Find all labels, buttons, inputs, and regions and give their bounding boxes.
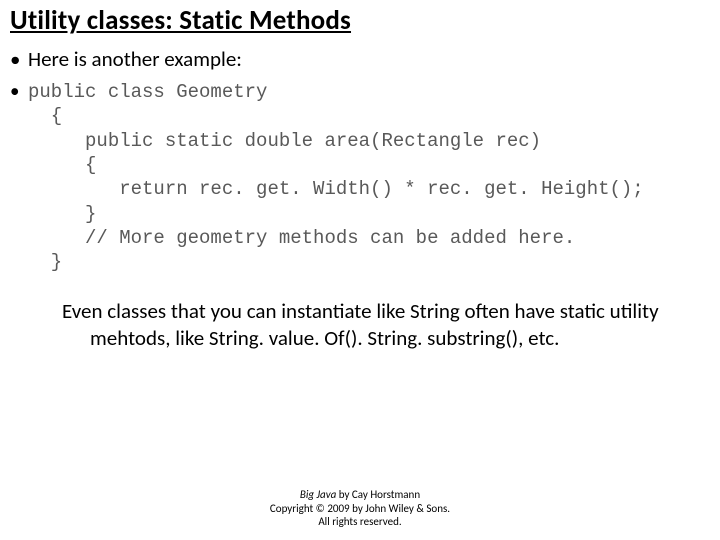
book-author: by Cay Horstmann: [336, 488, 420, 501]
code-bullet-marker: •: [10, 80, 19, 104]
paragraph-text: Even classes that you can instantiate li…: [36, 298, 684, 351]
slide-title: Utility classes: Static Methods: [10, 6, 710, 36]
footer-line-3: All rights reserved.: [0, 515, 720, 528]
book-title: Big Java: [300, 488, 336, 501]
footer-line-2: Copyright © 2009 by John Wiley & Sons.: [0, 502, 720, 515]
paragraph-wrap: Even classes that you can instantiate li…: [10, 298, 710, 351]
intro-bullet: Here is another example:: [10, 46, 710, 72]
code-block: • public class Geometry { public static d…: [10, 80, 710, 275]
slide: Utility classes: Static Methods Here is …: [0, 0, 720, 540]
footer: Big Java by Cay Horstmann Copyright © 20…: [0, 488, 720, 528]
footer-line-1: Big Java by Cay Horstmann: [0, 488, 720, 501]
code-text: public class Geometry { public static do…: [28, 81, 644, 273]
